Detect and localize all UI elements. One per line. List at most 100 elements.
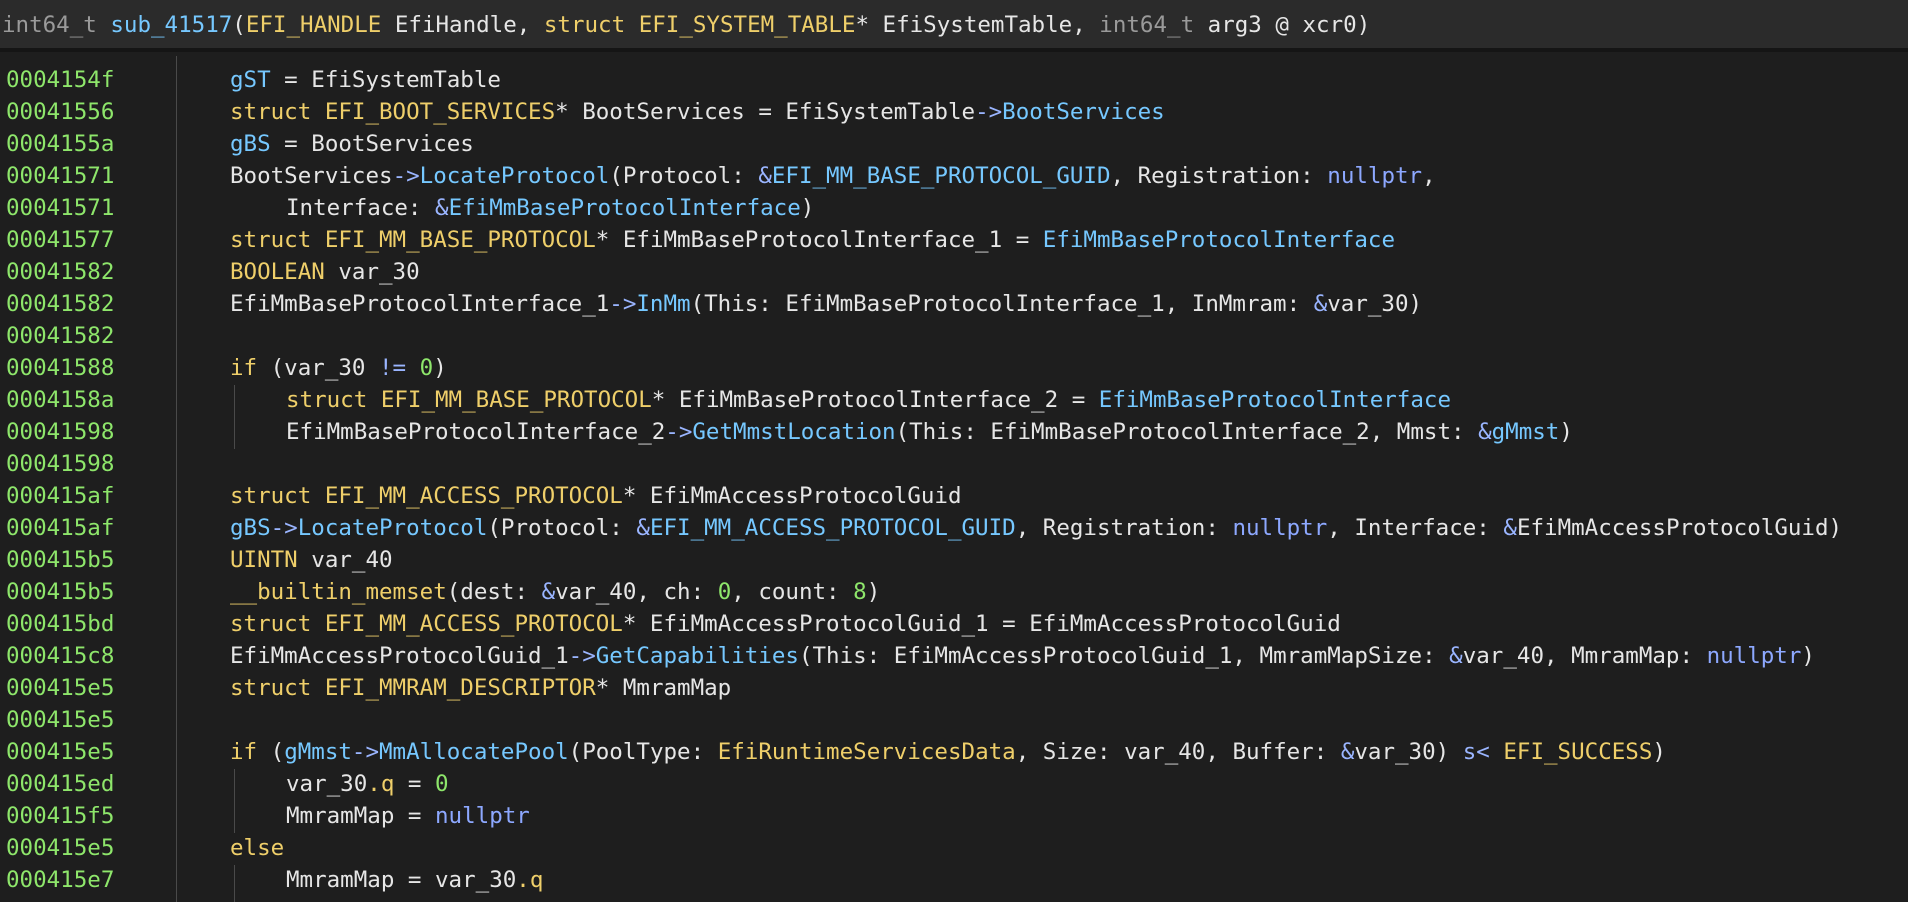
code-line[interactable]: 0004155a gBS = BootServices (0, 128, 1908, 160)
code-line[interactable]: 000415bd struct EFI_MM_ACCESS_PROTOCOL* E… (0, 608, 1908, 640)
code-token[interactable]: gBS (230, 515, 271, 541)
code-token[interactable]: __builtin_memset (230, 579, 447, 605)
line-address[interactable]: 00041582 (6, 320, 114, 352)
code-token[interactable]: gBS (230, 131, 271, 157)
code-token[interactable]: EFI_BOOT_SERVICES (325, 99, 555, 125)
code-token[interactable]: EfiRuntimeServicesData (718, 739, 1016, 765)
code-token[interactable]: EFI_MM_BASE_PROTOCOL (381, 387, 652, 413)
code-token[interactable]: = EfiSystemTable (271, 67, 501, 93)
line-address[interactable]: 0004154f (6, 64, 114, 96)
code-line[interactable]: 000415b5 UINTN var_40 (0, 544, 1908, 576)
line-code[interactable]: MmramMap = var_30.q (286, 864, 543, 896)
code-token[interactable]: != (379, 355, 406, 381)
code-token[interactable]: & (758, 163, 772, 189)
line-code[interactable]: EfiMmBaseProtocolInterface_2->GetMmstLoc… (286, 416, 1573, 448)
code-token[interactable]: ( (232, 12, 246, 38)
code-token[interactable]: MmramMap = (286, 803, 435, 829)
line-code[interactable]: UINTN var_40 (230, 544, 393, 576)
code-token[interactable]: BootServices (230, 163, 393, 189)
code-token[interactable]: var_30 (286, 771, 367, 797)
code-token[interactable]: struct (230, 675, 325, 701)
code-line[interactable]: 000415af gBS->LocateProtocol(Protocol: &E… (0, 512, 1908, 544)
code-token[interactable]: .q (516, 867, 543, 893)
code-token[interactable]: = BootServices (271, 131, 474, 157)
code-token[interactable]: nullptr (1327, 163, 1422, 189)
code-token[interactable]: -> (665, 419, 692, 445)
line-address[interactable]: 00041577 (6, 224, 114, 256)
code-token[interactable]: EFI_MM_BASE_PROTOCOL (325, 227, 596, 253)
code-token[interactable]: -> (609, 291, 636, 317)
line-address[interactable]: 00041556 (6, 96, 114, 128)
code-token[interactable]: int64_t (1099, 12, 1207, 38)
line-address[interactable]: 000415c8 (6, 640, 114, 672)
line-address[interactable]: 000415e5 (6, 672, 114, 704)
code-token[interactable]: -> (271, 515, 298, 541)
code-token[interactable]: * EfiMmAccessProtocolGuid_1 = EfiMmAcces… (623, 611, 1341, 637)
code-token[interactable]: EFI_HANDLE (246, 12, 381, 38)
code-line[interactable]: 000415e5 (0, 704, 1908, 736)
code-token[interactable]: EfiMmBaseProtocolInterface_2 (286, 419, 665, 445)
code-token[interactable]: struct (230, 227, 325, 253)
code-token[interactable]: ) (1801, 643, 1815, 669)
code-token[interactable]: MmramMap = var_30 (286, 867, 516, 893)
line-address[interactable]: 000415e7 (6, 864, 114, 896)
code-line[interactable]: 00041588 if (var_30 != 0) (0, 352, 1908, 384)
line-code[interactable]: struct EFI_MM_ACCESS_PROTOCOL* EfiMmAcce… (230, 480, 962, 512)
line-address[interactable]: 0004155a (6, 128, 114, 160)
code-token[interactable]: gST (230, 67, 271, 93)
code-token[interactable]: var_30 (325, 259, 419, 285)
code-token[interactable]: , Interface: (1327, 515, 1503, 541)
code-token[interactable]: ) (433, 355, 447, 381)
code-token[interactable]: EfiMmBaseProtocolInterface_1 (230, 291, 609, 317)
code-token[interactable]: (PoolType: (569, 739, 718, 765)
code-token[interactable]: & (1314, 291, 1328, 317)
code-line[interactable]: 000415e5 struct EFI_MMRAM_DESCRIPTOR* Mmr… (0, 672, 1908, 704)
line-address[interactable]: 000415bd (6, 608, 114, 640)
code-token[interactable]: 0 (420, 355, 434, 381)
line-address[interactable]: 00041582 (6, 256, 114, 288)
code-token[interactable]: gMmst (1492, 419, 1560, 445)
code-token[interactable]: MmAllocatePool (379, 739, 569, 765)
line-code[interactable]: struct EFI_MMRAM_DESCRIPTOR* MmramMap (230, 672, 731, 704)
code-token[interactable]: ) (1357, 12, 1371, 38)
code-token[interactable]: EfiMmBaseProtocolInterface (1043, 227, 1395, 253)
code-token[interactable]: EfiMmBaseProtocolInterface (1099, 387, 1451, 413)
line-address[interactable]: 000415f5 (6, 800, 114, 832)
code-line[interactable]: 000415af struct EFI_MM_ACCESS_PROTOCOL* E… (0, 480, 1908, 512)
line-code[interactable]: struct EFI_BOOT_SERVICES* BootServices =… (230, 96, 1165, 128)
line-code[interactable]: struct EFI_MM_BASE_PROTOCOL* EfiMmBasePr… (230, 224, 1395, 256)
code-line[interactable]: 00041582 EfiMmBaseProtocolInterface_1->In… (0, 288, 1908, 320)
code-token[interactable]: & (636, 515, 650, 541)
code-token[interactable]: & (1449, 643, 1463, 669)
code-token[interactable]: if (230, 355, 271, 381)
code-line[interactable]: 00041598 EfiMmBaseProtocolInterface_2->Ge… (0, 416, 1908, 448)
code-token[interactable]: , count: (731, 579, 853, 605)
code-token[interactable]: UINTN (230, 547, 298, 573)
line-address[interactable]: 000415af (6, 480, 114, 512)
code-token[interactable]: * EfiMmAccessProtocolGuid (623, 483, 962, 509)
code-line[interactable]: 000415c8 EfiMmAccessProtocolGuid_1->GetCa… (0, 640, 1908, 672)
code-line[interactable]: 0004154f gST = EfiSystemTable (0, 64, 1908, 96)
code-token[interactable]: * MmramMap (596, 675, 731, 701)
code-token[interactable]: & (542, 579, 556, 605)
code-line[interactable]: 000415ed var_30.q = 0 (0, 768, 1908, 800)
code-token[interactable]: -> (569, 643, 596, 669)
code-token[interactable]: var_40, MmramMap: (1463, 643, 1707, 669)
line-address[interactable]: 000415ed (6, 768, 114, 800)
code-line[interactable]: 0004158a struct EFI_MM_BASE_PROTOCOL* Efi… (0, 384, 1908, 416)
line-address[interactable]: 00041588 (6, 352, 114, 384)
code-token[interactable]: (This: EfiMmAccessProtocolGuid_1, MmramM… (799, 643, 1449, 669)
code-token[interactable]: nullptr (1232, 515, 1327, 541)
line-address[interactable]: 000415e5 (6, 736, 114, 768)
code-token[interactable]: (var_30 (271, 355, 379, 381)
code-token[interactable]: -> (393, 163, 420, 189)
code-token[interactable]: ) (801, 195, 815, 221)
code-token[interactable]: gMmst (284, 739, 352, 765)
line-code[interactable]: gST = EfiSystemTable (230, 64, 501, 96)
code-token[interactable]: EFI_MM_ACCESS_PROTOCOL_GUID (650, 515, 1016, 541)
code-token[interactable] (406, 355, 420, 381)
decompiled-code-view[interactable]: 0004154f gST = EfiSystemTable 00041556 stru… (0, 64, 1908, 896)
code-line[interactable]: 00041582 BOOLEAN var_30 (0, 256, 1908, 288)
line-code[interactable]: if (gMmst->MmAllocatePool(PoolType: EfiR… (230, 736, 1666, 768)
code-token[interactable]: & (1341, 739, 1355, 765)
